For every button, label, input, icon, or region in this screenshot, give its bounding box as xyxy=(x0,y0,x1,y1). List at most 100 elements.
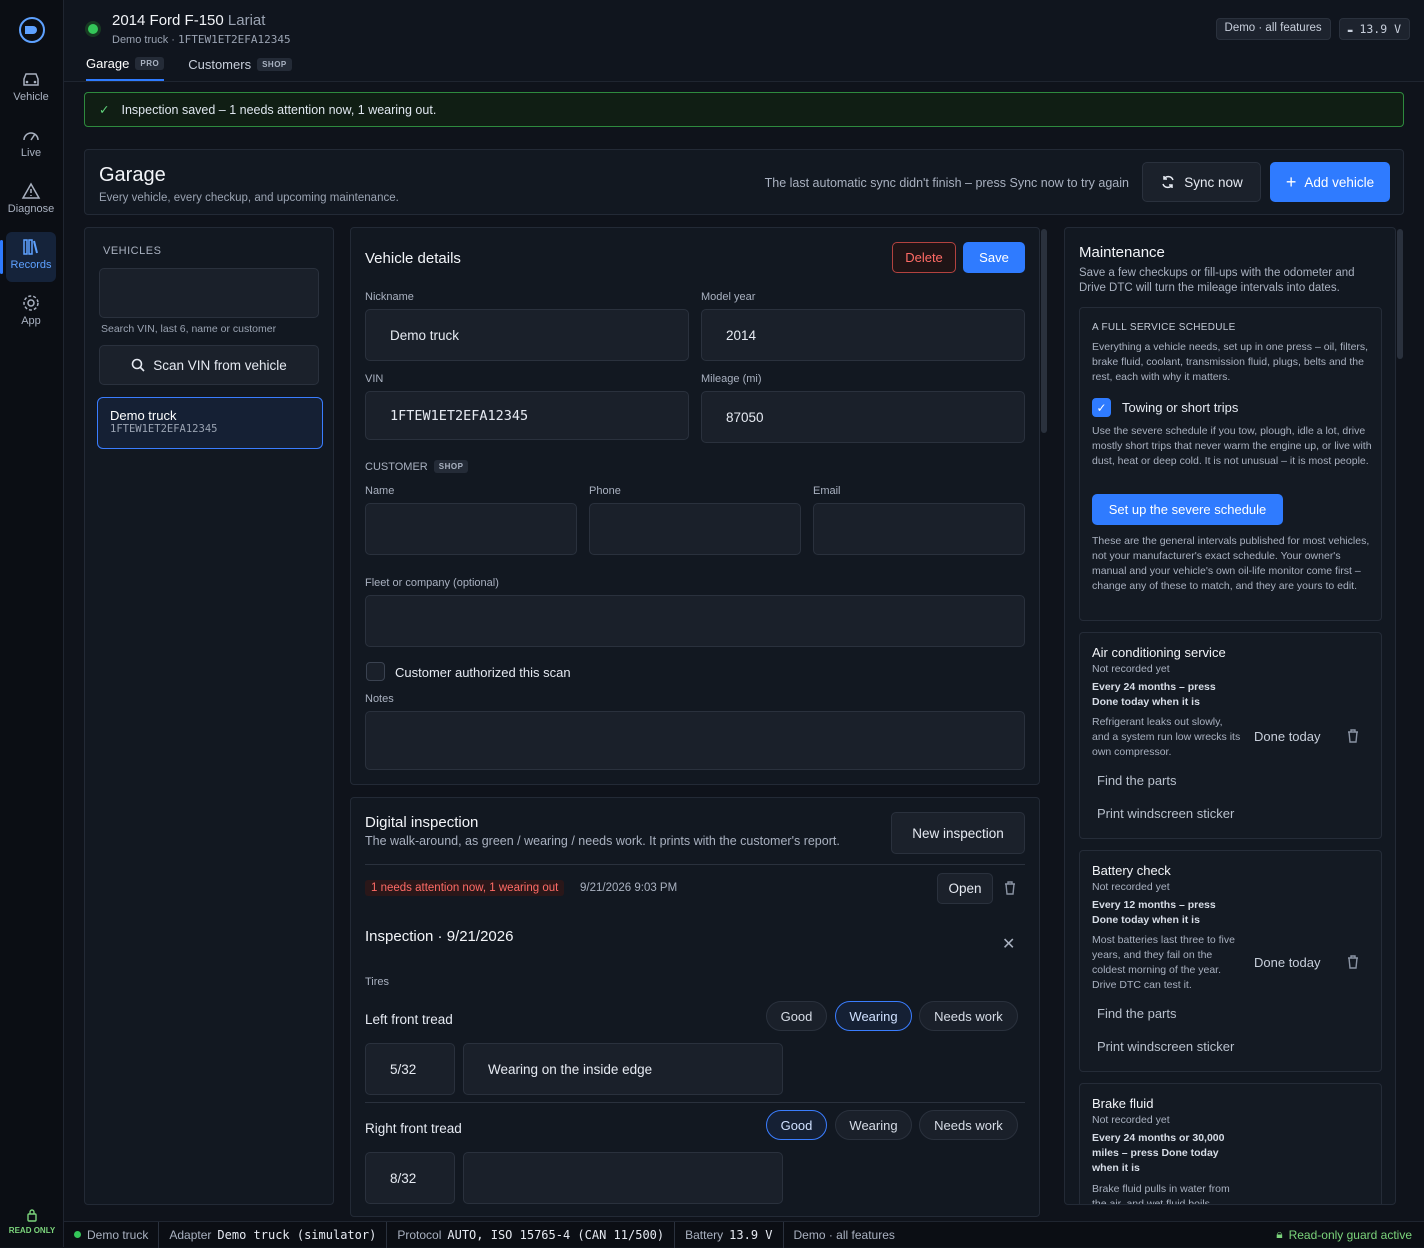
add-vehicle-button[interactable]: + Add vehicle xyxy=(1270,162,1390,202)
nav-diagnose-label: Diagnose xyxy=(7,203,55,215)
status-vehicle-name: Demo truck xyxy=(87,1227,149,1242)
vehicle-details-panel: Vehicle details Delete Save Nickname Dem… xyxy=(350,227,1040,785)
new-inspection-button[interactable]: New inspection xyxy=(891,812,1025,854)
nickname-field[interactable]: Demo truck xyxy=(365,309,689,361)
schedule-disclaimer: These are the general intervals publishe… xyxy=(1092,535,1370,592)
read-only-label: READ ONLY xyxy=(8,1226,56,1235)
notes-field[interactable] xyxy=(365,711,1025,770)
page-title: Garage xyxy=(99,164,166,186)
nav-app[interactable]: App xyxy=(6,288,56,338)
tread-depth-field[interactable]: 8/32 xyxy=(365,1152,455,1204)
vehicle-trim: Lariat xyxy=(227,12,266,29)
scan-vin-label: Scan VIN from vehicle xyxy=(153,357,287,373)
status-adapter: Adapter Demo truck (simulator) xyxy=(159,1221,388,1248)
tab-garage[interactable]: Garage PRO xyxy=(86,56,165,81)
schedule-heading: A FULL SERVICE SCHEDULE xyxy=(1092,322,1236,333)
find-parts-link[interactable]: Find the parts xyxy=(1097,773,1177,788)
maintenance-item-why: Refrigerant leaks out slowly, and a syst… xyxy=(1092,716,1241,758)
status-good-button[interactable]: Good xyxy=(766,1110,827,1140)
customer-phone-field[interactable] xyxy=(589,503,801,555)
status-wearing-button[interactable]: Wearing xyxy=(835,1001,912,1031)
fleet-label: Fleet or company (optional) xyxy=(365,577,499,589)
customer-heading: CUSTOMER SHOP xyxy=(365,460,469,473)
battery-value: 13.9 V xyxy=(729,1227,773,1242)
sidebar: Vehicle Live Diagnose Records App READ O… xyxy=(0,0,64,1247)
adapter-label: Adapter xyxy=(169,1227,212,1242)
nickname-label: Nickname xyxy=(365,291,414,303)
severe-schedule-button[interactable]: Set up the severe schedule xyxy=(1092,494,1283,525)
refresh-icon xyxy=(1162,175,1174,189)
customer-phone-label: Phone xyxy=(589,485,621,497)
nav-records[interactable]: Records xyxy=(0,232,56,282)
guard-label: Read-only guard active xyxy=(1288,1227,1412,1242)
print-sticker-link[interactable]: Print windscreen sticker xyxy=(1097,1039,1234,1054)
maintenance-item-status: Not recorded yet xyxy=(1092,663,1170,675)
close-icon[interactable]: ✕ xyxy=(1002,934,1015,954)
nav-diagnose[interactable]: Diagnose xyxy=(6,176,56,226)
open-inspection-button[interactable]: Open xyxy=(937,873,993,904)
pro-badge: PRO xyxy=(135,57,165,70)
delete-button[interactable]: Delete xyxy=(892,242,956,273)
towing-label: Towing or short trips xyxy=(1122,400,1239,415)
customer-name-field[interactable] xyxy=(365,503,577,555)
authorized-checkbox[interactable] xyxy=(366,662,385,681)
demo-badge: Demo · all features xyxy=(1215,18,1331,40)
right-scrollbar[interactable] xyxy=(1397,229,1403,359)
done-today-button[interactable]: Done today xyxy=(1254,729,1321,744)
maintenance-item-card: Battery check Not recorded yet Every 12 … xyxy=(1079,850,1382,1072)
shop-badge: SHOP xyxy=(257,58,292,71)
scan-vin-button[interactable]: Scan VIN from vehicle xyxy=(99,345,319,385)
trash-icon[interactable] xyxy=(1346,728,1360,744)
model-year-field[interactable]: 2014 xyxy=(701,309,1025,361)
done-today-button[interactable]: Done today xyxy=(1254,955,1321,970)
plus-icon: + xyxy=(1285,171,1297,192)
nav-vehicle[interactable]: Vehicle xyxy=(6,64,56,114)
add-vehicle-label: Add vehicle xyxy=(1304,174,1375,190)
sync-now-button[interactable]: Sync now xyxy=(1142,162,1261,202)
trash-icon[interactable] xyxy=(1346,954,1360,970)
fleet-field[interactable] xyxy=(365,595,1025,647)
item-label: Right front tread xyxy=(365,1121,462,1136)
trash-icon[interactable] xyxy=(1003,880,1017,896)
maintenance-panel: Maintenance Save a few checkups or fill-… xyxy=(1064,227,1396,1205)
tab-customers[interactable]: Customers SHOP xyxy=(188,56,292,81)
status-needs-work-button[interactable]: Needs work xyxy=(919,1110,1018,1140)
tread-depth-field[interactable]: 5/32 xyxy=(365,1043,455,1095)
tab-customers-label: Customers xyxy=(188,57,252,72)
status-dot xyxy=(74,1231,81,1238)
item-note-field[interactable] xyxy=(463,1152,783,1204)
lock-icon: 🔒︎ xyxy=(1276,1227,1283,1241)
mileage-field[interactable]: 87050 xyxy=(701,391,1025,443)
status-wearing-button[interactable]: Wearing xyxy=(835,1110,912,1140)
authorized-label: Customer authorized this scan xyxy=(395,665,571,680)
customer-email-field[interactable] xyxy=(813,503,1025,555)
maintenance-item-status: Not recorded yet xyxy=(1092,1114,1170,1126)
nav-vehicle-label: Vehicle xyxy=(13,91,49,103)
status-needs-work-button[interactable]: Needs work xyxy=(919,1001,1018,1031)
vehicle-search-input[interactable] xyxy=(99,268,319,318)
warning-icon xyxy=(21,182,41,199)
shop-badge: SHOP xyxy=(433,460,469,473)
vin-field[interactable]: 1FTEW1ET2EFA12345 xyxy=(365,391,689,440)
customer-name-label: Name xyxy=(365,485,395,497)
maintenance-item-interval: Every 24 months or 30,000 miles – press … xyxy=(1092,1132,1225,1174)
maintenance-item-why: Brake fluid pulls in water from the air,… xyxy=(1092,1183,1230,1205)
schedule-card: A FULL SERVICE SCHEDULE Everything a veh… xyxy=(1079,307,1382,621)
towing-checkbox[interactable]: ✓ xyxy=(1092,398,1111,417)
sync-now-label: Sync now xyxy=(1184,174,1243,190)
towing-text: Use the severe schedule if you tow, plou… xyxy=(1092,425,1372,467)
maintenance-item-name: Brake fluid xyxy=(1092,1096,1154,1111)
app-header: 2014 Ford F-150 Lariat Demo truck · 1FTE… xyxy=(64,0,1424,82)
find-parts-link[interactable]: Find the parts xyxy=(1097,1006,1177,1021)
vehicle-list-item[interactable]: Demo truck 1FTEW1ET2EFA12345 xyxy=(97,397,323,449)
inspection-detail-title: Inspection · 9/21/2026 xyxy=(365,928,514,945)
nav-live[interactable]: Live xyxy=(6,120,56,170)
print-sticker-link[interactable]: Print windscreen sticker xyxy=(1097,806,1234,821)
status-good-button[interactable]: Good xyxy=(766,1001,827,1031)
customer-email-label: Email xyxy=(813,485,841,497)
save-button[interactable]: Save xyxy=(963,242,1025,273)
item-note-field[interactable]: Wearing on the inside edge xyxy=(463,1043,783,1095)
center-scrollbar[interactable] xyxy=(1041,229,1047,433)
divider xyxy=(365,1102,1025,1103)
status-protocol: Protocol AUTO, ISO 15765-4 (CAN 11/500) xyxy=(387,1221,676,1248)
